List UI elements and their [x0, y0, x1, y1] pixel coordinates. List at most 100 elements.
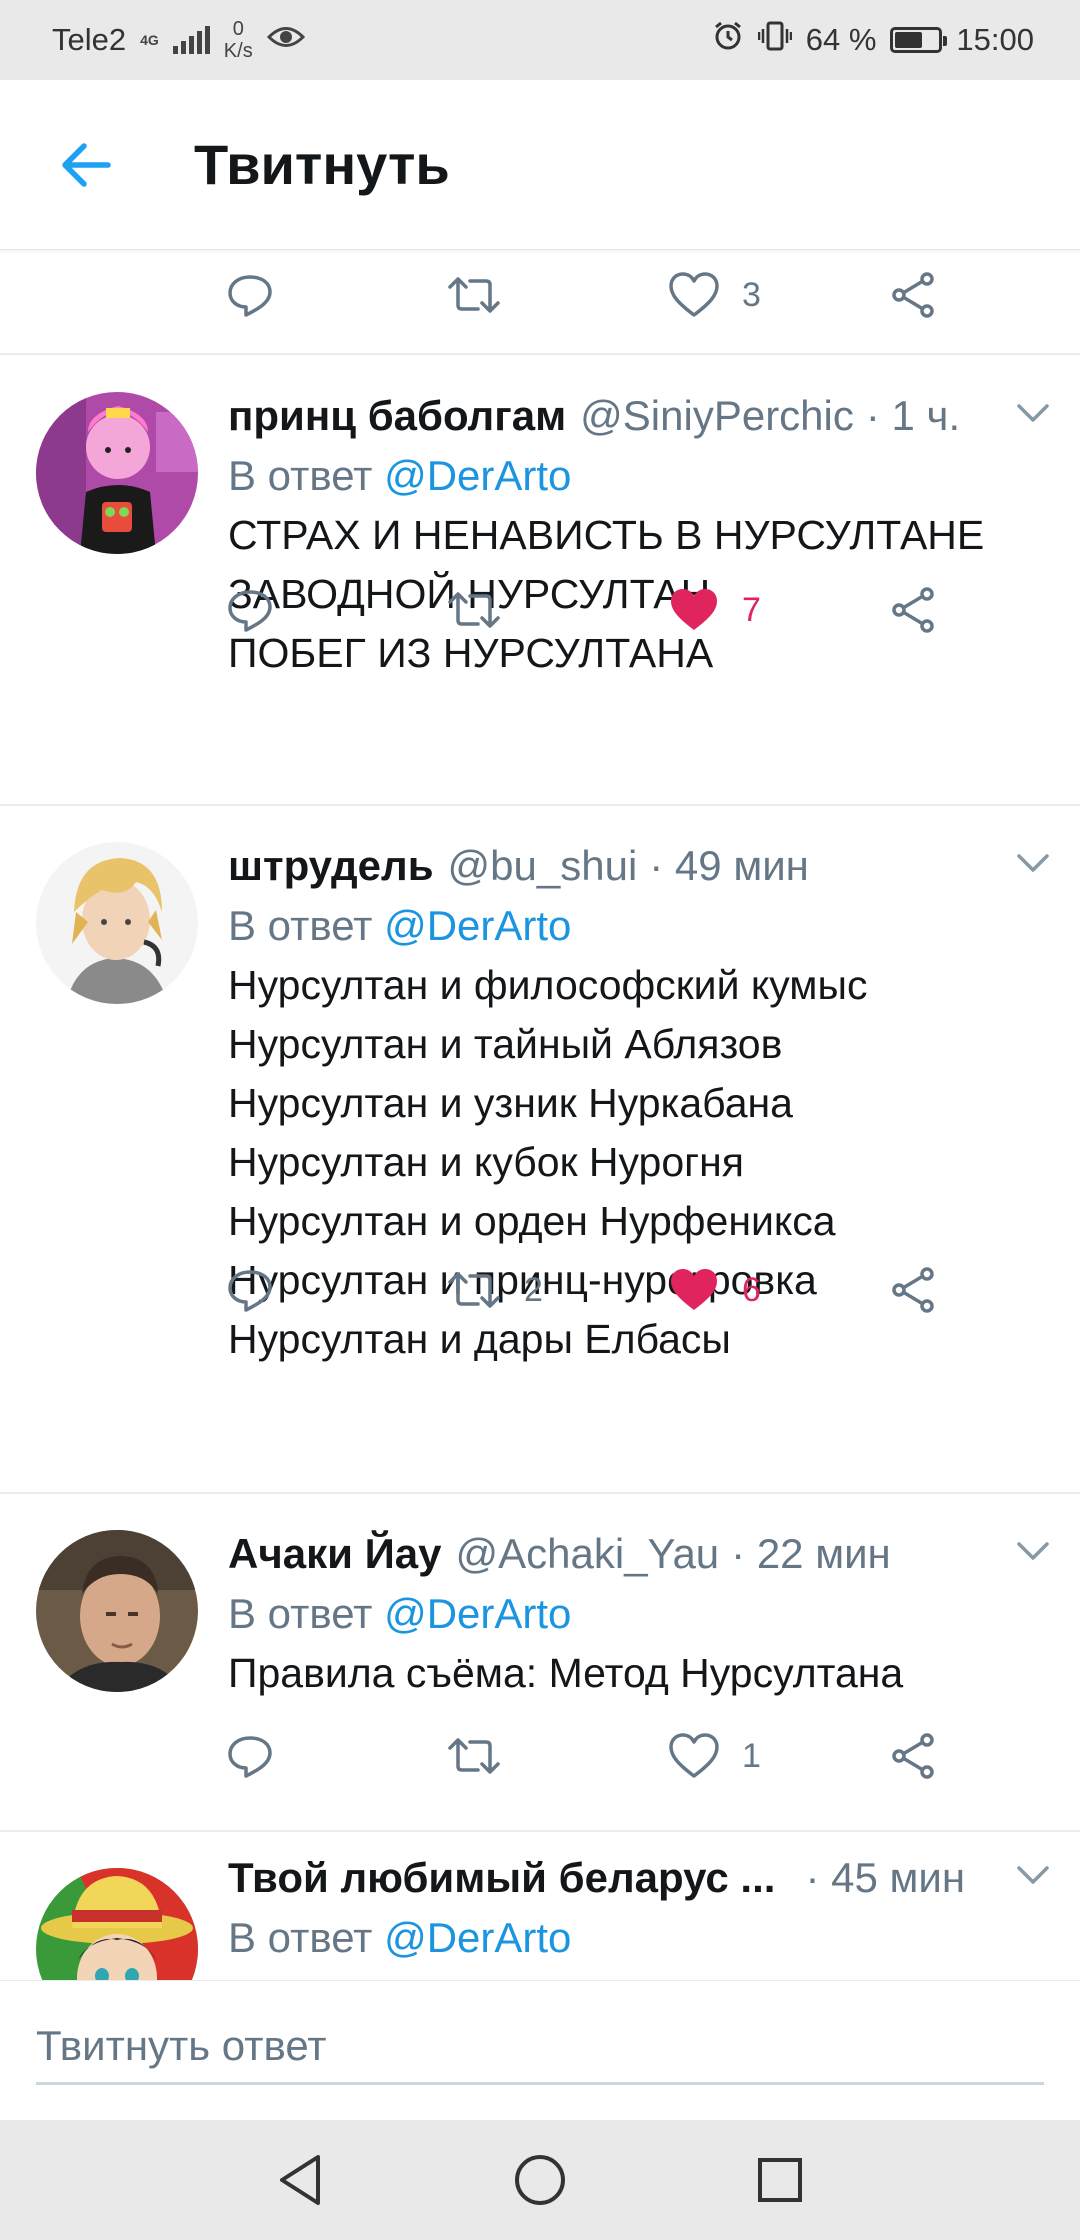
nav-home-icon: [515, 2155, 565, 2205]
tweet-line: Нурсултан и узник Нуркабана: [228, 1080, 793, 1126]
network-speed: 0 K/s: [224, 18, 253, 62]
alarm-icon: [712, 20, 744, 60]
reply-mention[interactable]: @DerArto: [384, 902, 571, 949]
nav-back-icon: [280, 2155, 320, 2205]
retweet-icon: [448, 1272, 500, 1308]
network-type: 4G: [140, 32, 159, 48]
retweet-button[interactable]: [446, 1726, 502, 1786]
retweet-button[interactable]: [446, 580, 502, 640]
back-button[interactable]: [40, 120, 130, 210]
tweet-line: Нурсултан и орден Нурфеникса: [228, 1198, 836, 1244]
vibrate-icon: [757, 20, 792, 60]
user-handle[interactable]: @bu_shui: [448, 842, 638, 890]
user-handle[interactable]: @Achaki_Yau: [456, 1530, 720, 1578]
reply-context: В ответ @DerArto: [228, 446, 1050, 506]
reply-input[interactable]: Твитнуть ответ: [36, 2011, 1044, 2085]
tweet-actions-top: 3: [0, 265, 1080, 365]
avatar[interactable]: [36, 1530, 198, 1692]
tweet-item[interactable]: Твой любимый беларус ... · 45 мин В отве…: [0, 1832, 1080, 1980]
tweet-header: штрудель @bu_shui · 49 мин: [228, 836, 1050, 896]
tweet-time: · 49 мин: [649, 842, 809, 889]
reply-button[interactable]: [226, 1726, 274, 1786]
share-icon: [892, 1733, 934, 1779]
reply-mention[interactable]: @DerArto: [384, 452, 571, 499]
tweet-item[interactable]: штрудель @bu_shui · 49 мин В ответ @DerA…: [0, 806, 1080, 1442]
nav-recents-button[interactable]: [745, 2145, 815, 2215]
retweet-count: 2: [524, 1270, 543, 1309]
tweet-line: Нурсултан и тайный Аблязов: [228, 1021, 783, 1067]
avatar[interactable]: [36, 1868, 198, 1980]
reply-button[interactable]: [226, 1260, 274, 1320]
reply-prefix: В ответ: [228, 1914, 373, 1961]
heart-icon: [669, 272, 719, 317]
like-button[interactable]: 7: [668, 580, 761, 640]
user-name[interactable]: штрудель: [228, 842, 434, 890]
nav-home-button[interactable]: [505, 2145, 575, 2215]
avatar[interactable]: [36, 842, 198, 1004]
divider: [0, 353, 1080, 355]
clock: 15:00: [956, 22, 1034, 57]
tweet-header: Твой любимый беларус ... · 45 мин: [228, 1848, 1050, 1908]
tweet-menu-button[interactable]: [1016, 1540, 1050, 1567]
tweet-header: Ачаки Йау @Achaki_Yau · 22 мин: [228, 1524, 1050, 1584]
reply-icon: [228, 275, 272, 317]
like-button[interactable]: 1: [668, 1726, 761, 1786]
reply-prefix: В ответ: [228, 1590, 373, 1637]
tweet-line: СТРАХ И НЕНАВИСТЬ В НУРСУЛТАНЕ: [228, 512, 985, 558]
signal-icon: [172, 26, 210, 54]
heart-icon: [669, 1733, 719, 1778]
back-arrow-icon: [62, 142, 111, 187]
avatar[interactable]: [36, 392, 198, 554]
tweet-line: Нурсултан и кубок Нурогня: [228, 1139, 744, 1185]
speed-unit: K/s: [223, 40, 253, 62]
user-name[interactable]: принц баболгам: [228, 392, 566, 440]
reply-composer: Твитнуть ответ: [0, 1980, 1080, 2120]
tweet-menu-button[interactable]: [1016, 852, 1050, 879]
tweet-item[interactable]: Ачаки Йау @Achaki_Yau · 22 мин В ответ @…: [0, 1494, 1080, 1830]
reply-mention[interactable]: @DerArto: [384, 1590, 571, 1637]
user-name[interactable]: Твой любимый беларус ...: [228, 1854, 775, 1902]
heart-filled-icon: [671, 589, 717, 630]
retweet-button[interactable]: 2: [446, 1260, 543, 1320]
reply-button[interactable]: [226, 265, 274, 325]
reply-context: В ответ @DerArto: [228, 1584, 1050, 1644]
retweet-button[interactable]: [446, 265, 502, 325]
tweet-line: Нурсултан и философский кумыс: [228, 962, 868, 1008]
system-nav-bar: [0, 2120, 1080, 2240]
share-button[interactable]: [890, 265, 938, 325]
like-button[interactable]: 6: [668, 1260, 761, 1320]
tweet-actions: 2 6: [0, 1260, 1080, 1360]
chevron-down-icon: [1017, 854, 1049, 872]
tweet-time: · 45 мин: [805, 1854, 966, 1901]
retweet-icon: [448, 1738, 500, 1774]
page-title: Твитнуть: [194, 133, 450, 196]
tweet-body: Твой любимый беларус ... · 45 мин В отве…: [228, 1848, 1050, 1968]
reply-icon: [228, 590, 272, 632]
battery-icon: [890, 27, 948, 53]
tweet-item[interactable]: принц баболгам @SiniyPerchic · 1 ч. В от…: [0, 356, 1080, 700]
replies-feed[interactable]: 3 принц баболгам @SiniyPerchic · 1 ч. В …: [0, 250, 1080, 1980]
app-header: Твитнуть: [0, 80, 1080, 250]
share-button[interactable]: [890, 580, 938, 640]
reply-mention[interactable]: @DerArto: [384, 1914, 571, 1961]
user-name[interactable]: Ачаки Йау: [228, 1530, 442, 1578]
like-button[interactable]: 3: [668, 265, 761, 325]
tweet-menu-button[interactable]: [1016, 1864, 1050, 1891]
status-left: Tele2 4G 0 K/s: [52, 18, 305, 62]
share-button[interactable]: [890, 1726, 938, 1786]
battery-percent: 64 %: [805, 22, 877, 57]
nav-back-button[interactable]: [265, 2145, 335, 2215]
retweet-icon: [448, 592, 500, 628]
share-icon: [892, 587, 934, 633]
reply-icon: [228, 1736, 272, 1778]
share-button[interactable]: [890, 1260, 938, 1320]
reply-prefix: В ответ: [228, 902, 373, 949]
status-right: 64 % 15:00: [712, 20, 1034, 60]
reply-button[interactable]: [226, 580, 274, 640]
user-handle[interactable]: @SiniyPerchic: [580, 392, 854, 440]
tweet-menu-button[interactable]: [1016, 402, 1050, 429]
reply-prefix: В ответ: [228, 452, 373, 499]
share-icon: [892, 1267, 934, 1313]
tweet-body: Ачаки Йау @Achaki_Yau · 22 мин В ответ @…: [228, 1524, 1050, 1703]
reply-context: В ответ @DerArto: [228, 1908, 1050, 1968]
